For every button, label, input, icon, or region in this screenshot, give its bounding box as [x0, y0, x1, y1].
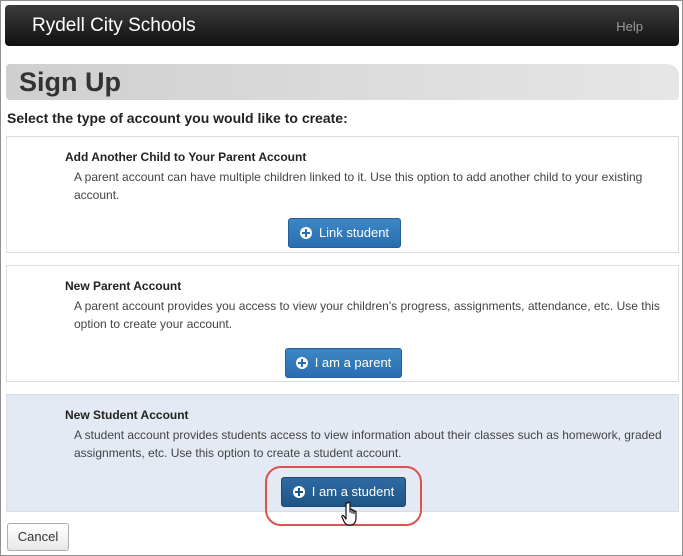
help-link[interactable]: Help [616, 19, 643, 35]
plus-circle-icon [295, 357, 308, 369]
browser-frame: Rydell City Schools Help Sign Up Select … [0, 0, 683, 556]
button-label: I am a parent [314, 355, 392, 370]
option-description: A parent account can have multiple child… [74, 170, 643, 202]
plus-circle-icon [299, 227, 312, 239]
option-panel-link-student: Add Another Child to Your Parent Account… [6, 136, 679, 253]
option-description: A parent account provides you access to … [74, 299, 660, 331]
button-label: Link student [318, 225, 390, 240]
option-title: Add Another Child to Your Parent Account [65, 150, 307, 164]
page-title-bar: Sign Up [6, 64, 679, 100]
top-navbar: Rydell City Schools Help [5, 5, 679, 46]
page-title: Sign Up [19, 67, 121, 97]
brand-title[interactable]: Rydell City Schools [32, 15, 196, 37]
option-title: New Student Account [65, 408, 189, 422]
cancel-button[interactable]: Cancel [7, 523, 69, 551]
option-panel-parent: New Parent Account A parent account prov… [6, 265, 679, 382]
instruction-text: Select the type of account you would lik… [7, 110, 348, 126]
option-description: A student account provides students acce… [74, 428, 662, 460]
link-student-button[interactable]: Link student [288, 218, 401, 248]
option-title: New Parent Account [65, 279, 182, 293]
i-am-a-parent-button[interactable]: I am a parent [285, 348, 402, 378]
hand-cursor-icon [341, 501, 357, 526]
